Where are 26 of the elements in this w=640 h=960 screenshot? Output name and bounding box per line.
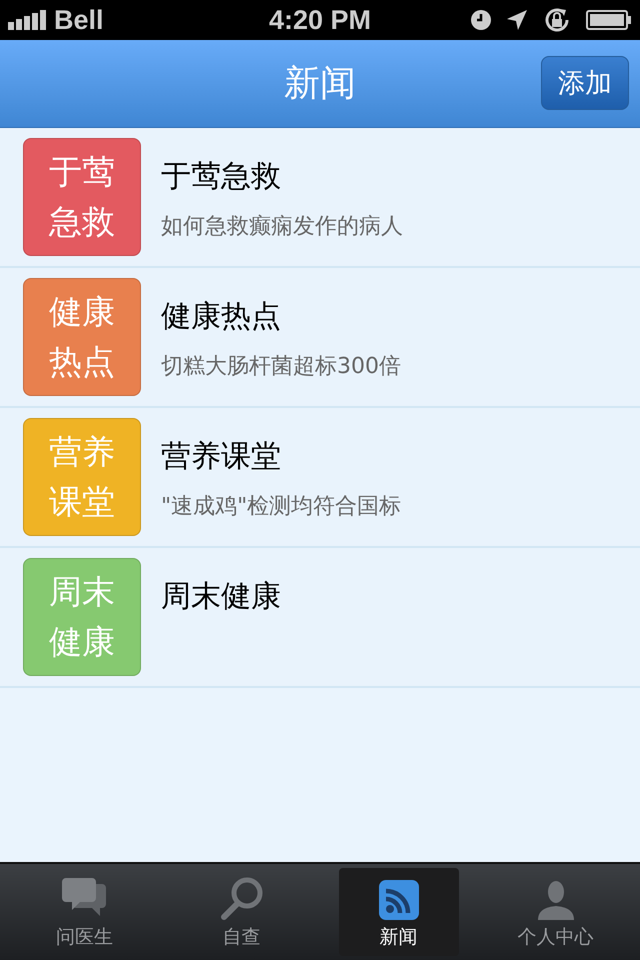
- news-title: 营养课堂: [161, 438, 282, 476]
- news-subtitle: 如何急救癫痫发作的病人: [161, 213, 403, 241]
- category-tile: 周末健康: [23, 558, 141, 676]
- battery-icon: [586, 9, 632, 31]
- page-title: 新闻: [284, 62, 356, 106]
- add-button[interactable]: 添加: [541, 56, 629, 110]
- clock-icon: [470, 9, 492, 31]
- tab-item[interactable]: 自查: [182, 868, 302, 956]
- location-arrow-icon: [506, 9, 528, 31]
- category-tile: 营养课堂: [23, 418, 141, 536]
- person-icon: [536, 880, 576, 920]
- search-icon: [220, 876, 264, 920]
- category-tile: 健康热点: [23, 278, 141, 396]
- news-title: 健康热点: [161, 298, 282, 336]
- news-title: 于莺急救: [161, 158, 282, 196]
- tab-item[interactable]: 新闻: [338, 868, 458, 956]
- status-time: 4:20 PM: [268, 4, 372, 36]
- category-tile: 于莺急救: [23, 138, 141, 256]
- tab-item[interactable]: 问医生: [24, 868, 144, 956]
- tab-item[interactable]: 个人中心: [496, 868, 616, 956]
- news-subtitle: 切糕大肠杆菌超标300倍: [161, 353, 401, 381]
- rss-icon: [378, 880, 418, 920]
- signal-icon: [8, 10, 48, 30]
- news-title: 周末健康: [161, 578, 281, 616]
- news-subtitle: "速成鸡"检测均符合国标: [161, 493, 402, 521]
- carrier-name: Bell: [54, 4, 104, 36]
